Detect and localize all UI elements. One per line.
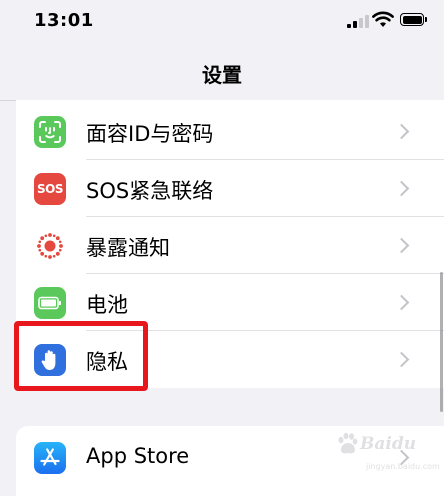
app-store-icon bbox=[34, 442, 66, 474]
settings-row-exposure[interactable]: 暴露通知 bbox=[16, 218, 444, 274]
battery-status-icon bbox=[400, 13, 427, 26]
paw-icon bbox=[338, 432, 358, 454]
baidu-watermark: Baidu jingyan.baidu.com bbox=[336, 428, 440, 478]
face-id-icon bbox=[34, 116, 66, 148]
chevron-right-icon bbox=[393, 123, 410, 140]
wifi-icon bbox=[372, 11, 394, 27]
status-bar: 13:01 bbox=[0, 0, 444, 44]
cellular-signal-icon bbox=[347, 14, 369, 28]
battery-icon bbox=[34, 287, 66, 319]
row-separator bbox=[86, 216, 444, 217]
chevron-right-icon bbox=[393, 294, 410, 311]
settings-row-label: SOS紧急联络 bbox=[86, 179, 214, 203]
navigation-bar: 设置 bbox=[0, 44, 444, 101]
settings-row-label: 面容ID与密码 bbox=[86, 122, 214, 146]
page-title: 设置 bbox=[202, 63, 242, 87]
settings-row-face-id[interactable]: 面容ID与密码 bbox=[16, 104, 444, 160]
chevron-right-icon bbox=[393, 351, 410, 368]
row-separator bbox=[86, 273, 444, 274]
watermark-text: Baidu bbox=[360, 434, 417, 454]
highlight-box bbox=[14, 321, 148, 391]
watermark-url: jingyan.baidu.com bbox=[366, 462, 440, 471]
chevron-right-icon bbox=[393, 237, 410, 254]
sos-icon: SOS bbox=[34, 173, 66, 205]
chevron-right-icon bbox=[393, 180, 410, 197]
settings-row-label: 电池 bbox=[86, 293, 128, 317]
exposure-notification-icon bbox=[34, 230, 66, 262]
scroll-indicator bbox=[440, 272, 443, 412]
row-separator bbox=[86, 159, 444, 160]
sos-icon-text: SOS bbox=[37, 182, 64, 196]
settings-row-sos[interactable]: SOS SOS紧急联络 bbox=[16, 161, 444, 217]
status-time: 13:01 bbox=[34, 10, 94, 31]
settings-row-label: 暴露通知 bbox=[86, 236, 170, 260]
settings-row-label: App Store bbox=[86, 444, 190, 468]
